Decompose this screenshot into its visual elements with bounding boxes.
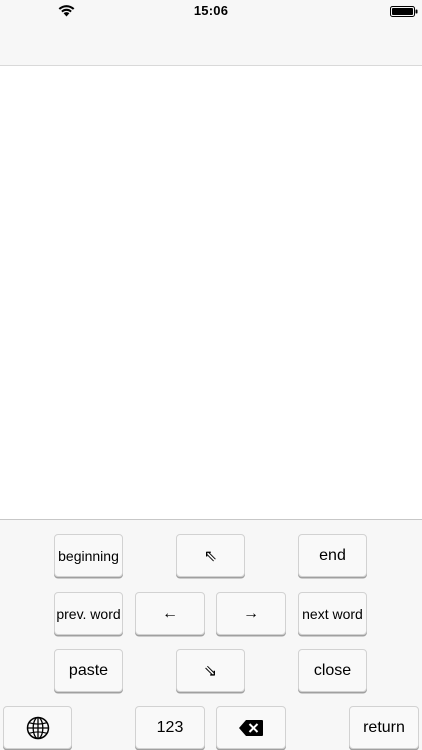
prev-word-key[interactable]: prev. word [54, 592, 123, 635]
up-left-arrow-key[interactable]: ⇖ [176, 534, 245, 577]
navigation-bar [0, 22, 422, 66]
right-arrow-key[interactable]: → [216, 592, 286, 635]
screen: 15:06 beginning ⇖ end prev. word ← → nex… [0, 0, 422, 750]
numbers-key[interactable]: 123 [135, 706, 205, 749]
globe-icon [26, 716, 49, 739]
close-key[interactable]: close [298, 649, 367, 692]
delete-key[interactable] [216, 706, 286, 749]
end-key[interactable]: end [298, 534, 367, 577]
next-word-key[interactable]: next word [298, 592, 367, 635]
return-key[interactable]: return [349, 706, 419, 749]
beginning-key[interactable]: beginning [54, 534, 123, 577]
status-time: 15:06 [193, 3, 229, 18]
keyboard: beginning ⇖ end prev. word ← → next word… [0, 519, 422, 750]
status-bar: 15:06 [0, 0, 422, 22]
globe-key[interactable] [3, 706, 72, 749]
left-arrow-key[interactable]: ← [135, 592, 205, 635]
down-right-arrow-key[interactable]: ⇘ [176, 649, 245, 692]
battery-icon [390, 6, 418, 17]
paste-key[interactable]: paste [54, 649, 123, 692]
delete-icon [239, 719, 263, 736]
text-area[interactable] [0, 66, 422, 519]
